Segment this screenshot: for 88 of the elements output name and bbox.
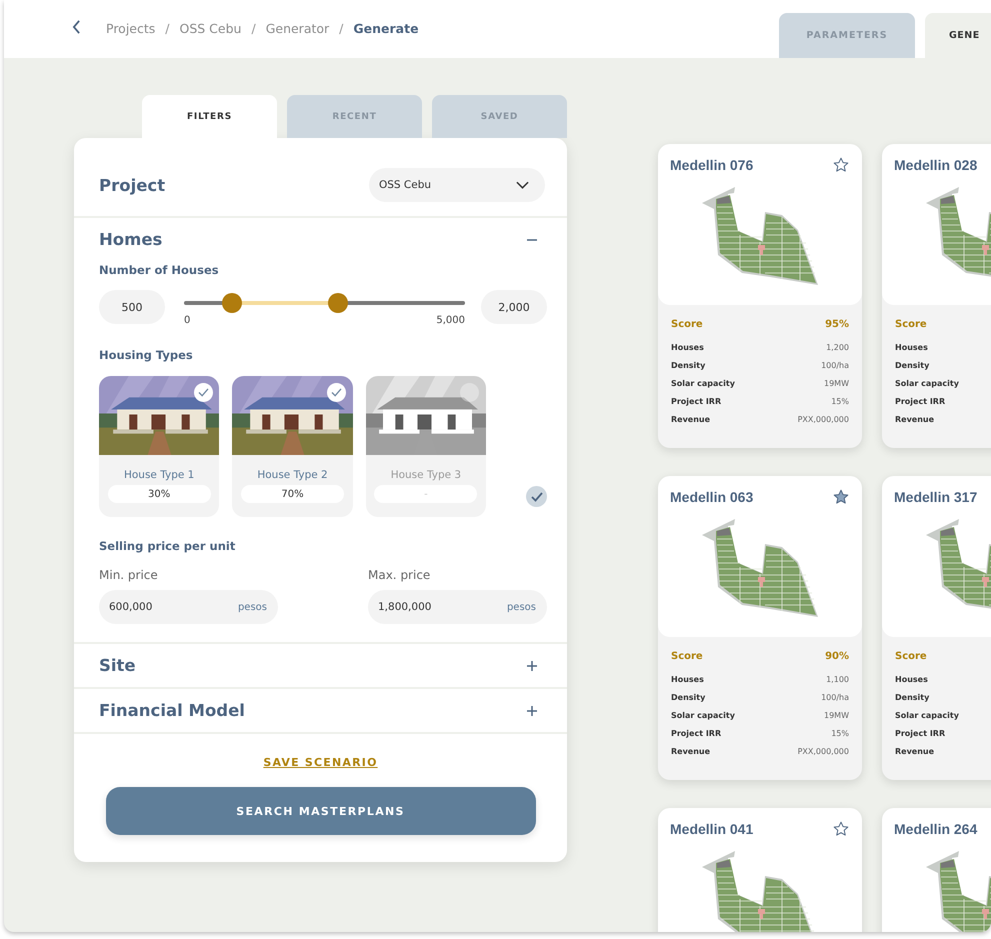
star-icon[interactable] xyxy=(833,489,849,505)
metric-label: Project IRR xyxy=(895,728,946,738)
result-card[interactable]: Medellin 063 Score 90% Houses 1,100 Density 100/ha Solar capacity 19MW Project IRR 15% Revenue PXX,000,000 xyxy=(658,476,862,780)
share-field[interactable]: 70% xyxy=(241,485,344,503)
field-label: Housing Types xyxy=(99,348,194,362)
metric-label: Project IRR xyxy=(671,396,722,406)
metric-value: 15% xyxy=(831,728,849,738)
field-label: Min. price xyxy=(99,568,159,582)
tab[interactable]: GENE xyxy=(925,13,991,58)
section-title: Site xyxy=(99,656,136,675)
field-label: Selling price per unit xyxy=(99,539,236,553)
breadcrumb-separator: / xyxy=(339,21,344,36)
section-title: Financial Model xyxy=(99,701,245,720)
section-title: Project xyxy=(99,176,166,194)
card-title: Medellin 028 xyxy=(894,157,978,173)
metric-label: Houses xyxy=(895,342,928,352)
result-card[interactable]: Medellin 076 Score 95% Houses 1,200 Density 100/ha Solar capacity 19MW Project IRR 15% Revenue PXX,000,000 xyxy=(658,144,862,448)
metric-value: 1,200 xyxy=(826,342,849,352)
breadcrumb-link[interactable]: Generate xyxy=(353,21,419,36)
metric-label: Project IRR xyxy=(895,396,946,406)
axis-label: 0 xyxy=(184,315,190,326)
result-card[interactable]: Medellin 041 xyxy=(658,808,862,932)
metric-value: 1,100 xyxy=(826,674,849,684)
card-title: Medellin 063 xyxy=(670,489,754,505)
card-title: Medellin 076 xyxy=(670,157,754,173)
search-button[interactable]: SEARCH MASTERPLANS xyxy=(106,787,536,835)
metric-value: PXX,000,000 xyxy=(798,746,849,756)
slider-handle[interactable] xyxy=(328,293,348,313)
metric-value: 19MW xyxy=(824,710,849,720)
chevron-down-icon xyxy=(516,181,529,189)
metric-value: 19MW xyxy=(824,378,849,388)
metric-value: 15% xyxy=(831,396,849,406)
score-value: 90% xyxy=(825,651,849,662)
back-icon[interactable] xyxy=(72,20,81,34)
card-title: Medellin 264 xyxy=(894,821,978,837)
breadcrumb-separator: / xyxy=(165,21,170,36)
metric-label: Houses xyxy=(671,342,704,352)
metric-value: PXX,000,000 xyxy=(798,414,849,424)
expand-icon[interactable] xyxy=(527,706,537,716)
house-type-name: House Type 1 xyxy=(124,469,194,481)
min-value-field[interactable]: 500 xyxy=(99,290,165,324)
star-icon[interactable] xyxy=(833,821,849,837)
section-title: Homes xyxy=(99,230,162,249)
check-icon[interactable] xyxy=(526,486,547,507)
metric-label: Density xyxy=(671,692,706,702)
breadcrumb-separator: / xyxy=(251,21,256,36)
expand-icon[interactable] xyxy=(527,660,537,670)
price-field[interactable]: 600,000 pesos xyxy=(99,590,278,624)
slider-handle[interactable] xyxy=(222,293,242,313)
score-label: Score xyxy=(895,319,927,330)
house-type-name: House Type 2 xyxy=(257,469,328,481)
metric-label: Solar capacity xyxy=(671,710,735,720)
metric-label: Solar capacity xyxy=(895,710,959,720)
metric-label: Revenue xyxy=(895,414,934,424)
share-field[interactable]: 30% xyxy=(108,485,211,503)
score-value: 95% xyxy=(825,319,849,330)
score-label: Score xyxy=(671,651,703,662)
metric-label: Revenue xyxy=(895,746,934,756)
metric-value: 100/ha xyxy=(821,360,849,370)
result-card[interactable]: Medellin 028 Score Houses Density Solar capacity Project IRR Revenue xyxy=(882,144,991,448)
star-icon[interactable] xyxy=(833,157,849,173)
house-type-card[interactable]: House Type 2 70% xyxy=(232,376,353,517)
metric-label: Density xyxy=(895,692,930,702)
project-dropdown[interactable]: OSS Cebu xyxy=(369,168,545,202)
metric-label: Houses xyxy=(895,674,928,684)
metric-label: Revenue xyxy=(671,414,710,424)
house-type-card[interactable]: House Type 1 30% xyxy=(99,376,220,517)
score-label: Score xyxy=(671,319,703,330)
metric-label: Project IRR xyxy=(671,728,722,738)
metric-label: Density xyxy=(671,360,706,370)
card-title: Medellin 317 xyxy=(894,489,978,505)
max-value-field[interactable]: 2,000 xyxy=(481,290,547,324)
result-card[interactable]: Medellin 264 xyxy=(882,808,991,932)
metric-label: Solar capacity xyxy=(671,378,735,388)
result-card[interactable]: Medellin 317 Score Houses Density Solar capacity Project IRR Revenue xyxy=(882,476,991,780)
card-title: Medellin 041 xyxy=(670,821,754,837)
metric-label: Revenue xyxy=(671,746,710,756)
house-type-name: House Type 3 xyxy=(390,469,462,481)
field-label: Max. price xyxy=(368,568,432,582)
metric-value: 100/ha xyxy=(821,692,849,702)
metric-label: Houses xyxy=(671,674,704,684)
tab[interactable]: FILTERS xyxy=(142,95,277,138)
score-label: Score xyxy=(895,651,927,662)
price-field[interactable]: 1,800,000 pesos xyxy=(368,590,547,624)
field-label: Number of Houses xyxy=(99,263,220,277)
metric-label: Density xyxy=(895,360,930,370)
axis-label: 5,000 xyxy=(436,315,465,326)
metric-label: Solar capacity xyxy=(895,378,959,388)
